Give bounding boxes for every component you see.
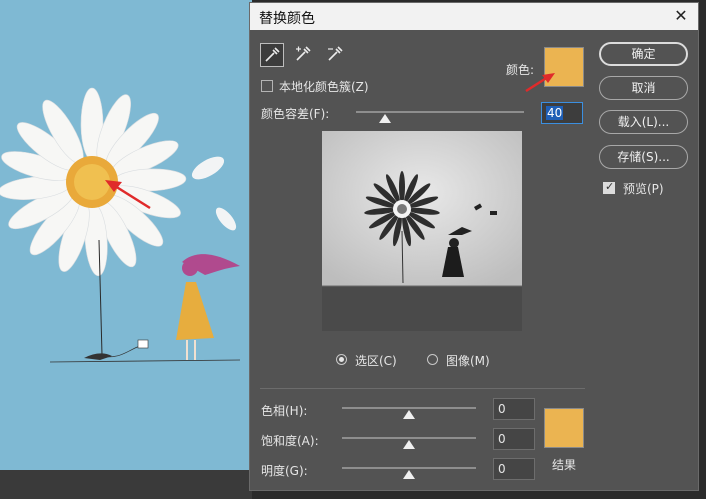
divider (260, 388, 585, 389)
saturation-label: 饱和度(A): (261, 434, 319, 448)
lightness-label: 明度(G): (261, 464, 308, 478)
lightness-input[interactable]: 0 (493, 458, 535, 480)
preview-checkbox[interactable] (603, 180, 615, 194)
view-image-radio[interactable] (427, 354, 438, 365)
dialog-titlebar[interactable]: 替换颜色 ✕ (250, 3, 698, 30)
saturation-input[interactable]: 0 (493, 428, 535, 450)
save-button[interactable]: 存储(S)... (599, 145, 688, 169)
daisy-girl-illustration (0, 0, 252, 470)
annotation-arrow-icon (525, 73, 555, 93)
close-icon[interactable]: ✕ (670, 5, 692, 27)
ok-button[interactable]: 确定 (599, 42, 688, 66)
saturation-slider[interactable] (342, 437, 476, 439)
fuzziness-input[interactable]: 40 (541, 102, 583, 124)
hue-label: 色相(H): (261, 404, 308, 418)
lightness-slider-thumb[interactable] (403, 470, 415, 479)
hue-input[interactable]: 0 (493, 398, 535, 420)
preview-label: 预览(P) (623, 182, 664, 196)
fuzziness-label: 颜色容差(F): (261, 107, 330, 121)
localized-clusters-label: 本地化颜色簇(Z) (279, 80, 369, 94)
fuzziness-slider-thumb[interactable] (378, 114, 391, 123)
view-selection-radio[interactable] (336, 354, 347, 365)
document-canvas[interactable] (0, 0, 252, 470)
view-selection-label: 选区(C) (355, 354, 397, 368)
lightness-slider[interactable] (342, 467, 476, 469)
selection-preview[interactable] (322, 131, 522, 331)
replace-color-dialog: 替换颜色 ✕ 本地化颜色簇(Z) 颜色: 颜色容差(F): 40 选区(C) 图… (249, 2, 699, 491)
saturation-slider-thumb[interactable] (403, 440, 415, 449)
result-color-swatch[interactable] (544, 408, 584, 448)
view-image-label: 图像(M) (446, 354, 490, 368)
eyedropper-minus-icon[interactable] (324, 43, 348, 67)
localized-clusters-checkbox[interactable] (261, 80, 273, 92)
hue-slider-thumb[interactable] (403, 410, 415, 419)
eyedropper-plus-icon[interactable] (292, 43, 316, 67)
preview-image (322, 131, 522, 331)
cancel-button[interactable]: 取消 (599, 76, 688, 100)
workspace-background (0, 470, 252, 499)
result-label: 结果 (552, 458, 577, 472)
eyedropper-icon[interactable] (260, 43, 284, 67)
hue-slider[interactable] (342, 407, 476, 409)
load-button[interactable]: 载入(L)... (599, 110, 688, 134)
fuzziness-slider[interactable] (356, 111, 524, 113)
dialog-title: 替换颜色 (259, 11, 315, 27)
